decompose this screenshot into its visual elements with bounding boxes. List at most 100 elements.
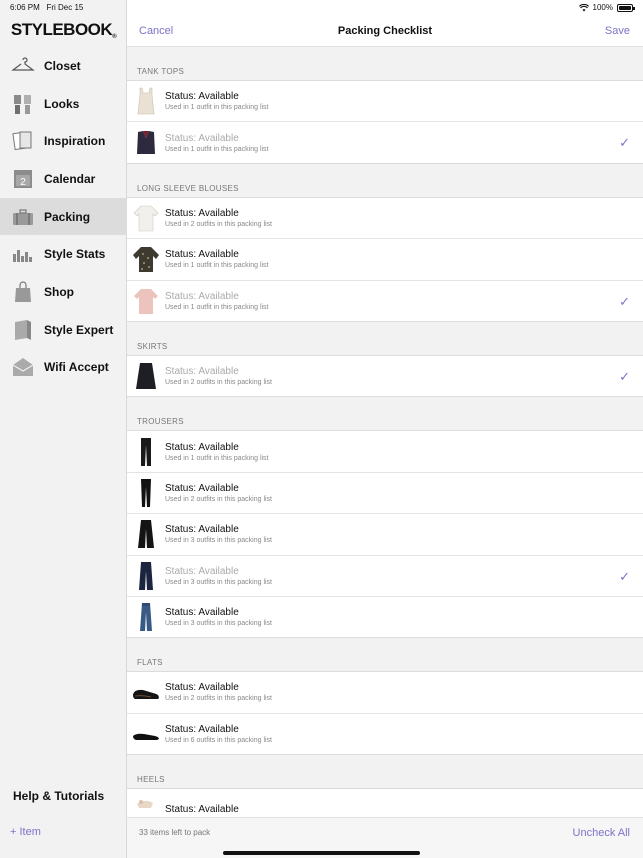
section-header: SKIRTS (127, 322, 643, 356)
svg-text:2: 2 (20, 177, 26, 188)
checkmark-icon[interactable]: ✓ (619, 569, 630, 585)
item-text: Status: Available Used in 6 outfits in th… (165, 724, 272, 744)
sidebar-item-label: Style Stats (44, 247, 106, 262)
item-text: Status: Available Used in 2 outfits in th… (165, 208, 272, 228)
sidebar-item-packing[interactable]: Packing (0, 197, 127, 236)
sidebar-item-label: Inspiration (44, 134, 106, 149)
list-item[interactable]: Status: Available Used in 6 outfits in th… (127, 713, 643, 756)
sidebar-item-wifi-accept[interactable]: Wifi Accept (0, 349, 127, 387)
calendar-icon: 2 (11, 167, 35, 191)
sidebar-item-label: Looks (44, 96, 80, 111)
list-section: FLATS Status: Available Used in 2 outfits … (127, 638, 643, 756)
list-item[interactable]: Status: Available Used in 3 outfits in th… (127, 555, 643, 597)
list-item[interactable]: Status: Available Used in 1 outfit in thi… (127, 431, 643, 473)
item-thumbnail (131, 128, 161, 158)
list-item[interactable]: Status: Available (127, 789, 643, 817)
hanger-icon (11, 54, 35, 78)
status-right: 100% (578, 3, 635, 12)
nav-bar: Cancel Packing Checklist Save (127, 16, 643, 47)
item-text: Status: Available Used in 2 outfits in th… (165, 366, 272, 386)
cancel-button[interactable]: Cancel (139, 25, 173, 37)
item-status: Status: Available (165, 91, 239, 103)
item-thumbnail (131, 286, 161, 316)
item-thumbnail (131, 203, 161, 233)
item-thumbnail (131, 86, 161, 116)
sidebar-item-closet[interactable]: Closet (0, 47, 127, 85)
item-status: Status: Available (165, 803, 239, 815)
checkmark-icon[interactable]: ✓ (619, 294, 630, 310)
item-status: Status: Available (165, 682, 239, 694)
item-thumbnail (131, 361, 161, 391)
sidebar-nav: Closet Looks Inspiration 2 Calendar Pack… (0, 47, 127, 386)
item-status: Status: Available (165, 607, 239, 619)
sidebar-item-style-expert[interactable]: Style Expert (0, 311, 127, 349)
list-item[interactable]: Status: Available Used in 1 outfit in thi… (127, 280, 643, 322)
battery-icon (617, 3, 635, 12)
shopping-bag-icon (11, 280, 35, 304)
list-section: TROUSERS Status: Available Used in 1 outfi… (127, 397, 643, 639)
item-usage: Used in 2 outfits in this packing list (165, 379, 272, 387)
suitcase-icon (11, 205, 35, 229)
list-item[interactable]: Status: Available Used in 2 outfits in th… (127, 672, 643, 714)
sidebar-item-calendar[interactable]: 2 Calendar (0, 160, 127, 198)
sidebar-item-style-stats[interactable]: Style Stats (0, 235, 127, 273)
item-status: Status: Available (165, 524, 239, 536)
list-item[interactable]: Status: Available Used in 3 outfits in th… (127, 596, 643, 639)
help-tutorials-link[interactable]: Help & Tutorials (13, 789, 104, 803)
add-item-button[interactable]: + Item (10, 826, 41, 838)
sidebar-item-inspiration[interactable]: Inspiration (0, 122, 127, 160)
looks-icon (11, 92, 35, 116)
sidebar-item-looks[interactable]: Looks (0, 85, 127, 123)
item-text: Status: Available Used in 1 outfit in thi… (165, 133, 269, 153)
item-thumbnail (131, 602, 161, 632)
sidebar-item-label: Style Expert (44, 322, 114, 337)
item-usage: Used in 3 outfits in this packing list (165, 620, 272, 628)
item-text: Status: Available Used in 3 outfits in th… (165, 524, 272, 544)
sidebar-item-label: Calendar (44, 171, 96, 186)
checkmark-icon[interactable]: ✓ (619, 135, 630, 151)
section-header: TANK TOPS (127, 47, 643, 81)
sidebar-item-label: Shop (44, 284, 74, 299)
list-item[interactable]: Status: Available Used in 1 outfit in thi… (127, 81, 643, 123)
save-button[interactable]: Save (605, 25, 630, 37)
packing-list[interactable]: TANK TOPS Status: Available Used in 1 outf… (127, 47, 643, 817)
status-bar: 6:06 PM Fri Dec 15 100% (0, 0, 643, 16)
sidebar-item-shop[interactable]: Shop (0, 273, 127, 311)
section-header: LONG SLEEVE BLOUSES (127, 164, 643, 198)
app-logo: STYLEBOOK® (10, 20, 117, 40)
list-item[interactable]: Status: Available Used in 1 outfit in thi… (127, 122, 643, 164)
list-section: HEELS Status: Available (127, 755, 643, 817)
item-thumbnail (131, 519, 161, 549)
section-header: HEELS (127, 755, 643, 790)
list-item[interactable]: Status: Available Used in 2 outfits in th… (127, 472, 643, 515)
items-left-count: 33 items left to pack (139, 828, 211, 837)
list-item[interactable]: Status: Available Used in 2 outfits in th… (127, 355, 643, 398)
item-thumbnail (131, 478, 161, 508)
item-text: Status: Available Used in 1 outfit in thi… (165, 442, 269, 462)
item-text: Status: Available (165, 804, 239, 815)
item-thumbnail (131, 794, 161, 817)
item-text: Status: Available Used in 3 outfits in th… (165, 607, 272, 627)
item-text: Status: Available Used in 1 outfit in thi… (165, 291, 269, 311)
battery-percent: 100% (592, 3, 613, 12)
sidebar-item-label: Wifi Accept (44, 360, 109, 375)
item-status: Status: Available (165, 249, 239, 261)
item-thumbnail (131, 244, 161, 274)
envelope-icon (11, 355, 35, 379)
home-indicator[interactable] (223, 851, 420, 855)
item-text: Status: Available Used in 2 outfits in th… (165, 483, 272, 503)
item-usage: Used in 1 outfit in this packing list (165, 454, 269, 462)
list-item[interactable]: Status: Available Used in 3 outfits in th… (127, 514, 643, 556)
item-usage: Used in 3 outfits in this packing list (165, 537, 272, 545)
checkmark-icon[interactable]: ✓ (619, 369, 630, 385)
sidebar-item-label: Packing (44, 209, 91, 224)
list-section: SKIRTS Status: Available Used in 2 outfits… (127, 322, 643, 398)
item-text: Status: Available Used in 1 outfit in thi… (165, 91, 269, 111)
list-item[interactable]: Status: Available Used in 1 outfit in thi… (127, 239, 643, 281)
item-usage: Used in 2 outfits in this packing list (165, 495, 272, 503)
item-usage: Used in 1 outfit in this packing list (165, 262, 269, 270)
item-status: Status: Available (165, 565, 239, 577)
sidebar-item-label: Closet (44, 58, 81, 73)
uncheck-all-button[interactable]: Uncheck All (573, 827, 630, 839)
list-item[interactable]: Status: Available Used in 2 outfits in th… (127, 197, 643, 240)
